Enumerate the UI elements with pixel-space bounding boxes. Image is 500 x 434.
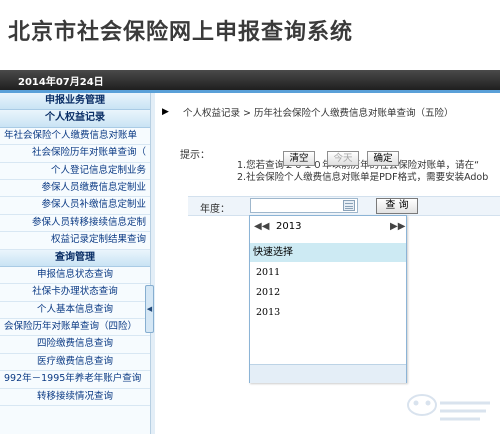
- sidebar-item[interactable]: 申报信息状态查询: [0, 267, 150, 285]
- sidebar-item[interactable]: 参保人员补缴信息定制业: [0, 197, 150, 215]
- calendar-icon[interactable]: [343, 200, 355, 211]
- picker-footer: [250, 364, 406, 383]
- prev-year-icon[interactable]: ◀◀: [254, 220, 269, 234]
- sidebar-item-label: 社保卡办理状态查询: [32, 286, 118, 298]
- year-picker-header: ◀◀ 2013 ▶▶: [250, 216, 406, 238]
- year-label: 年度：: [200, 204, 230, 215]
- quick-select-label: 快速选择: [250, 243, 406, 262]
- current-date: 2014年07月24日: [18, 77, 104, 88]
- sidebar-edge: [150, 93, 155, 434]
- year-picker-popup: ◀◀ 2013 ▶▶ 快速选择 2011 2012 2013: [249, 215, 407, 383]
- sidebar-item-label: 社会保险历年对账单查询（: [31, 147, 146, 159]
- sidebar-item[interactable]: 会保险历年对账单查询（四险）: [0, 319, 150, 337]
- sidebar-item-label: 会保险历年对账单查询（四险）: [4, 321, 138, 333]
- sidebar-item[interactable]: 992年－1995年养老年账户查询: [0, 371, 150, 389]
- confirm-button[interactable]: 确定: [367, 151, 399, 166]
- sidebar-item-label: 权益记录定制结果查询: [50, 234, 146, 246]
- sidebar-section-header[interactable]: 查询管理: [0, 249, 150, 267]
- sidebar-item[interactable]: 四险缴费信息查询: [0, 336, 150, 354]
- sidebar-section-header[interactable]: 个人权益记录: [0, 110, 150, 128]
- app-title: 北京市社会保险网上申报查询系统: [8, 20, 354, 45]
- sidebar-collapse-handle[interactable]: ◀: [145, 285, 154, 333]
- sidebar-item-label: 个人基本信息查询: [36, 303, 113, 315]
- year-input[interactable]: [250, 198, 358, 213]
- sidebar-item-label: 年社会保险个人缴费信息对账单: [4, 129, 138, 141]
- sidebar-item[interactable]: 个人基本信息查询: [0, 302, 150, 320]
- sidebar-item-label: 四险缴费信息查询: [36, 338, 113, 350]
- breadcrumb-arrow-icon: ▶: [162, 107, 169, 117]
- sidebar-item[interactable]: 个人登记信息定制业务: [0, 163, 150, 180]
- picker-current-year: 2013: [276, 221, 302, 232]
- today-button[interactable]: 今天: [327, 151, 359, 166]
- sidebar-item-label: 申报信息状态查询: [36, 268, 113, 280]
- next-year-icon[interactable]: ▶▶: [390, 220, 405, 234]
- year-option-2011[interactable]: 2011: [256, 267, 280, 278]
- sidebar-item[interactable]: 社保卡办理状态查询: [0, 284, 150, 302]
- sidebar-nav: 申报业务管理 个人权益记录年社会保险个人缴费信息对账单社会保险历年对账单查询（ 个人…: [0, 93, 150, 434]
- breadcrumb: 个人权益记录 > 历年社会保险个人缴费信息对账单查询（五险）: [183, 108, 454, 119]
- sidebar-item-label: 992年－1995年养老年账户查询: [4, 373, 142, 385]
- sidebar-item-label: 参保人员补缴信息定制业: [41, 199, 146, 211]
- year-option-2012[interactable]: 2012: [256, 287, 280, 298]
- clear-button[interactable]: 清空: [283, 151, 315, 166]
- sidebar-item[interactable]: 年社会保险个人缴费信息对账单: [0, 128, 150, 146]
- sidebar-item[interactable]: 权益记录定制结果查询: [0, 232, 150, 250]
- sidebar-section-label: 查询管理: [55, 251, 95, 263]
- sidebar-section-label: 申报业务管理: [45, 95, 105, 106]
- sidebar-item[interactable]: 转移接续情况查询: [0, 389, 150, 407]
- sidebar-item[interactable]: 参保人员缴费信息定制业: [0, 180, 150, 198]
- sidebar-item[interactable]: 医疗缴费信息查询: [0, 354, 150, 372]
- sidebar-item[interactable]: 参保人员转移接续信息定制: [0, 215, 150, 233]
- top-bar: 2014年07月24日: [0, 70, 500, 90]
- hint-line-2: 2.社会保险个人缴费信息对账单是PDF格式，需要安装Adob: [237, 172, 489, 183]
- sidebar-item-label: 医疗缴费信息查询: [36, 355, 113, 367]
- sidebar-item-label: 参保人员缴费信息定制业: [41, 181, 146, 193]
- sidebar-item-label: 转移接续情况查询: [36, 390, 113, 402]
- sidebar-item-label: 个人登记信息定制业务: [50, 164, 146, 176]
- sidebar-item-label: 参保人员转移接续信息定制: [31, 216, 146, 228]
- watermark-logo: [407, 394, 490, 421]
- hint-label: 提示：: [180, 150, 210, 161]
- query-button[interactable]: 查 询: [376, 198, 418, 214]
- sidebar-section-header[interactable]: 申报业务管理: [0, 93, 150, 111]
- year-option-2013[interactable]: 2013: [256, 307, 280, 318]
- sidebar-section-label: 个人权益记录: [45, 112, 105, 124]
- sidebar-item[interactable]: 社会保险历年对账单查询（: [0, 145, 150, 163]
